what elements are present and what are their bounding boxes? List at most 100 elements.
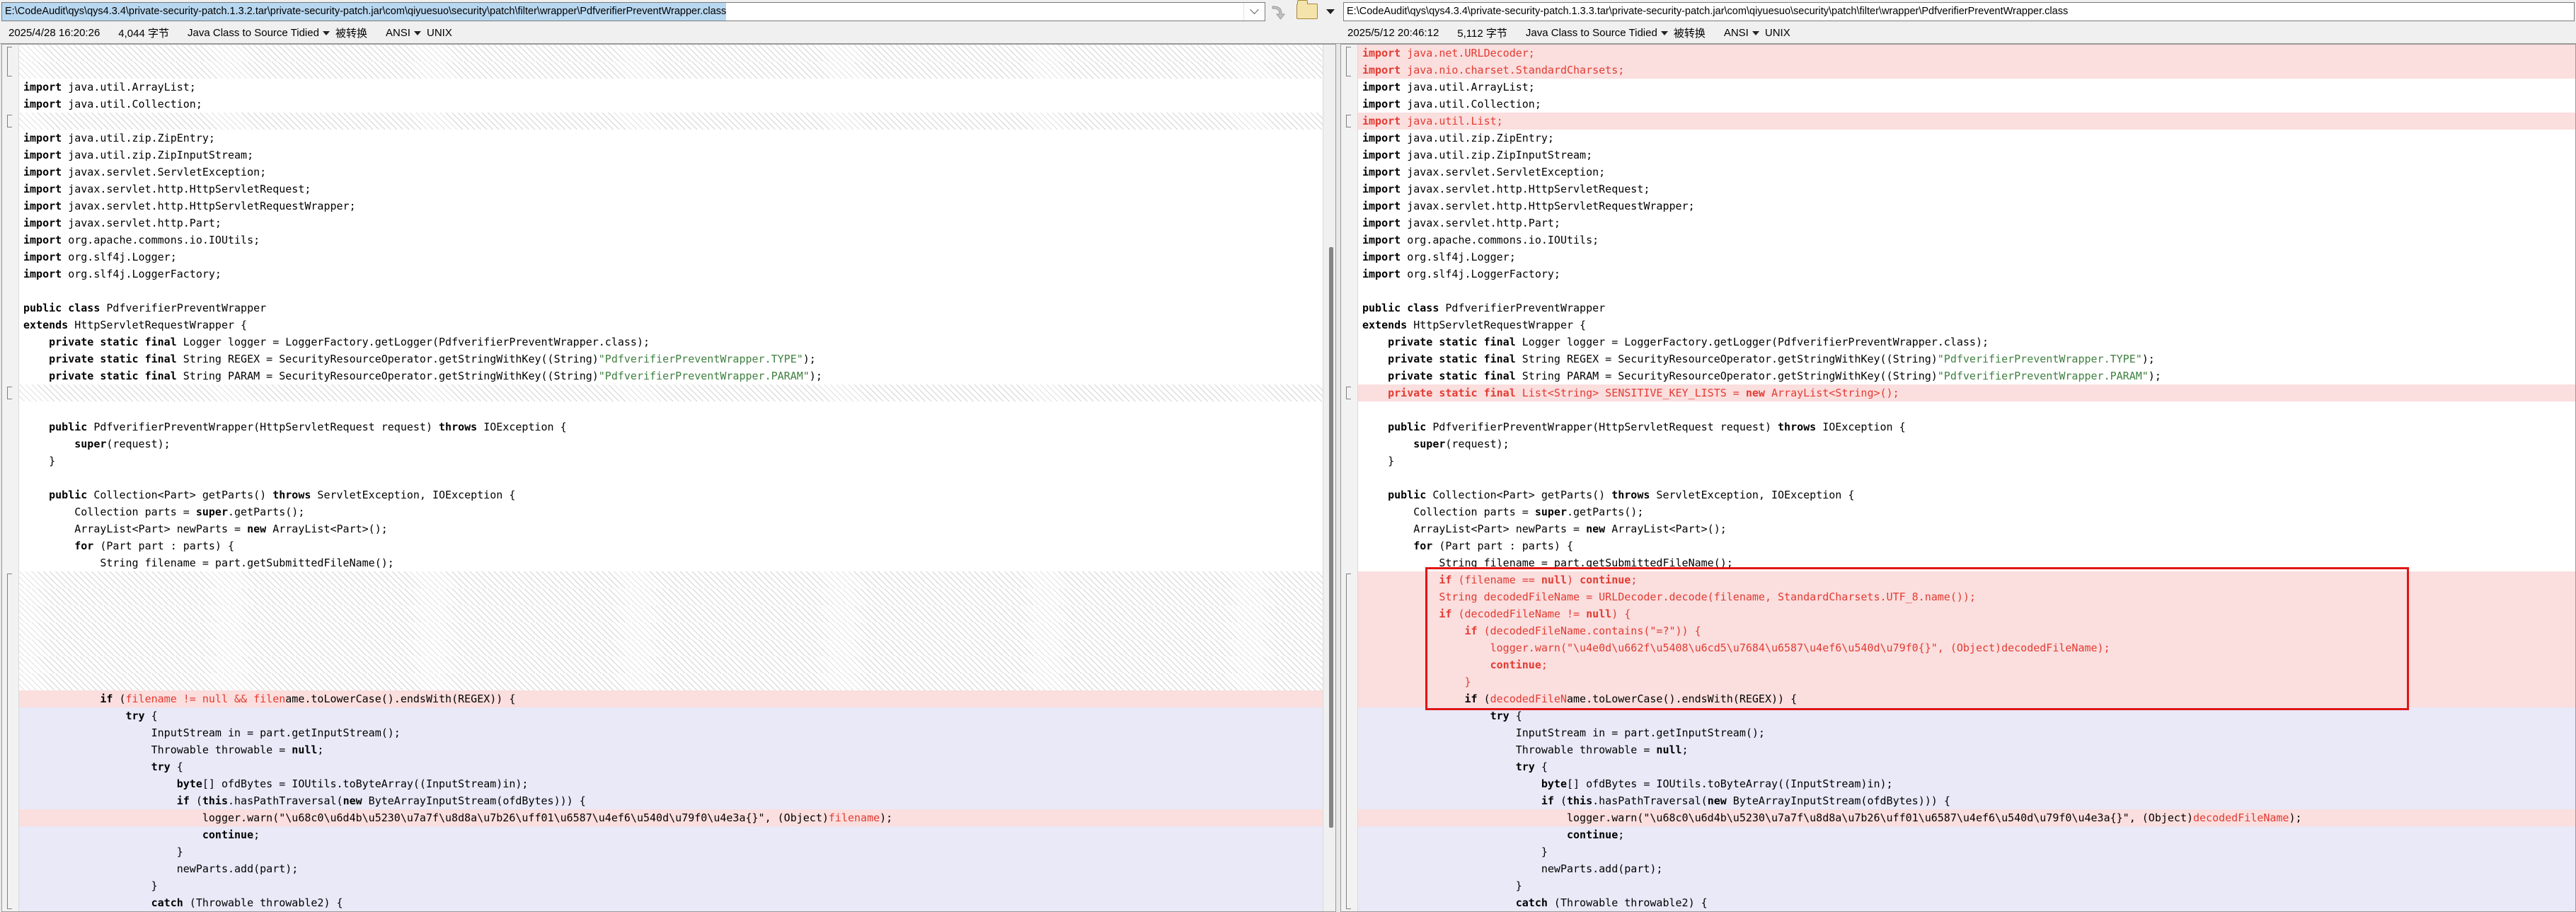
code-line xyxy=(1358,401,2575,418)
code-line xyxy=(19,384,1323,401)
code-line: import javax.servlet.http.Part; xyxy=(1358,215,2575,232)
code-line xyxy=(1358,469,2575,486)
code-line: Throwable throwable = null; xyxy=(1358,741,2575,758)
right-gutter xyxy=(1341,45,1358,911)
left-path-text: E:\CodeAudit\qys\qys4.3.4\private-securi… xyxy=(2,3,726,21)
code-line xyxy=(19,401,1323,418)
code-line: byte[] ofdBytes = IOUtils.toByteArray((I… xyxy=(1358,775,2575,792)
left-code-area[interactable]: import java.util.ArrayList;import java.u… xyxy=(19,45,1323,911)
file-metadata-bar: 2025/4/28 16:20:26 4,044 字节 Java Class t… xyxy=(0,23,2576,44)
copy-to-right-button[interactable] xyxy=(1270,2,1288,21)
code-line: Collection parts = super.getParts(); xyxy=(1358,503,2575,520)
code-line: import javax.servlet.http.Part; xyxy=(19,215,1323,232)
code-line xyxy=(19,588,1323,605)
code-line: public PdfverifierPreventWrapper(HttpSer… xyxy=(1358,418,2575,435)
code-line: logger.warn("\u68c0\u6d4b\u5230\u7a7f\u8… xyxy=(19,809,1323,826)
code-line: try { xyxy=(19,707,1323,724)
code-line: Throwable throwable = null; xyxy=(19,741,1323,758)
code-line: } xyxy=(1358,452,2575,469)
left-gutter xyxy=(2,45,19,911)
left-converted-label: 被转换 xyxy=(335,25,367,40)
code-line: catch (Throwable throwable2) { xyxy=(1358,894,2575,911)
code-line: import java.util.zip.ZipInputStream; xyxy=(1358,147,2575,164)
code-line xyxy=(19,605,1323,622)
curved-arrow-icon xyxy=(1270,2,1288,21)
code-line: ArrayList<Part> newParts = new ArrayList… xyxy=(19,520,1323,537)
folder-icon[interactable] xyxy=(1296,4,1318,19)
dropdown-arrow-icon xyxy=(1752,31,1759,35)
left-file-metadata: 2025/4/28 16:20:26 4,044 字节 Java Class t… xyxy=(0,23,1338,43)
code-line: import java.net.URLDecoder; xyxy=(1358,45,2575,62)
chevron-down-icon xyxy=(1250,5,1259,14)
code-line xyxy=(19,283,1323,300)
code-line: Collection parts = super.getParts(); xyxy=(19,503,1323,520)
left-file-size: 4,044 字节 xyxy=(118,25,169,40)
code-line: super(request); xyxy=(1358,435,2575,452)
code-line: byte[] ofdBytes = IOUtils.toByteArray((I… xyxy=(19,775,1323,792)
right-converted-label: 被转换 xyxy=(1674,25,1706,40)
code-line xyxy=(19,469,1323,486)
right-path-text: E:\CodeAudit\qys\qys4.3.4\private-securi… xyxy=(1344,3,2068,21)
code-line: import javax.servlet.ServletException; xyxy=(1358,164,2575,181)
code-line: String decodedFileName = URLDecoder.deco… xyxy=(1358,588,2575,605)
code-line: private static final Logger logger = Log… xyxy=(19,334,1323,350)
right-code-area[interactable]: import java.net.URLDecoder;import java.n… xyxy=(1358,45,2575,911)
code-line: if (this.hasPathTraversal(new ByteArrayI… xyxy=(19,792,1323,809)
code-line: private static final Logger logger = Log… xyxy=(1358,334,2575,350)
code-line xyxy=(1358,283,2575,300)
code-line: continue; xyxy=(1358,826,2575,843)
right-format-label: Java Class to Source Tidied xyxy=(1526,27,1657,39)
path-toolbar: E:\CodeAudit\qys\qys4.3.4\private-securi… xyxy=(0,0,2576,23)
code-line: import javax.servlet.http.HttpServletReq… xyxy=(19,198,1323,215)
diff-section-bracket xyxy=(1346,115,1351,127)
code-line xyxy=(19,45,1323,62)
diff-section-bracket xyxy=(1346,47,1351,76)
code-line: import java.nio.charset.StandardCharsets… xyxy=(1358,62,2575,79)
left-encoding-dropdown[interactable]: ANSI UNIX xyxy=(386,27,452,39)
left-format-dropdown[interactable]: Java Class to Source Tidied 被转换 xyxy=(188,25,367,40)
code-line: } xyxy=(1358,843,2575,860)
left-vertical-scrollbar[interactable] xyxy=(1323,45,1335,911)
code-line: import java.util.zip.ZipInputStream; xyxy=(19,147,1323,164)
code-line: import java.util.ArrayList; xyxy=(19,79,1323,96)
left-line-ending-label: UNIX xyxy=(427,27,452,39)
left-path-dropdown-button[interactable] xyxy=(1243,3,1265,21)
code-line: private static final String REGEX = Secu… xyxy=(19,350,1323,367)
left-format-label: Java Class to Source Tidied xyxy=(188,27,319,39)
dropdown-arrow-icon xyxy=(323,31,330,35)
code-line: import javax.servlet.http.HttpServletReq… xyxy=(1358,198,2575,215)
diff-panes: import java.util.ArrayList;import java.u… xyxy=(0,44,2576,912)
code-line: import java.util.zip.ZipEntry; xyxy=(1358,130,2575,147)
code-line: private static final List<String> SENSIT… xyxy=(1358,384,2575,401)
scrollbar-thumb[interactable] xyxy=(1329,247,1333,828)
right-path-combo[interactable]: E:\CodeAudit\qys\qys4.3.4\private-securi… xyxy=(1343,2,2575,21)
code-line: public Collection<Part> getParts() throw… xyxy=(1358,486,2575,503)
code-line: continue; xyxy=(19,826,1323,843)
code-line: import javax.servlet.ServletException; xyxy=(19,164,1323,181)
code-line: import org.apache.commons.io.IOUtils; xyxy=(19,232,1323,249)
code-line: } xyxy=(19,877,1323,894)
code-line: import javax.servlet.http.HttpServletReq… xyxy=(19,181,1323,198)
code-line: continue; xyxy=(1358,656,2575,673)
code-line: import java.util.Collection; xyxy=(19,96,1323,113)
code-line: private static final String REGEX = Secu… xyxy=(1358,350,2575,367)
diff-section-bracket xyxy=(7,47,12,76)
code-line: public PdfverifierPreventWrapper(HttpSer… xyxy=(19,418,1323,435)
code-line: if (filename != null && filename.toLower… xyxy=(19,690,1323,707)
code-line: } xyxy=(1358,673,2575,690)
code-line: ArrayList<Part> newParts = new ArrayList… xyxy=(1358,520,2575,537)
code-line: if (decodedFileName.contains("=?")) { xyxy=(1358,622,2575,639)
code-line xyxy=(19,62,1323,79)
code-line: private static final String PARAM = Secu… xyxy=(19,367,1323,384)
code-line: import org.apache.commons.io.IOUtils; xyxy=(1358,232,2575,249)
right-line-ending-label: UNIX xyxy=(1765,27,1790,39)
left-path-combo[interactable]: E:\CodeAudit\qys\qys4.3.4\private-securi… xyxy=(1,2,1265,21)
code-line: logger.warn("\u4e0d\u662f\u5408\u6cd5\u7… xyxy=(1358,639,2575,656)
code-line: import java.util.List; xyxy=(1358,113,2575,130)
code-line: import org.slf4j.Logger; xyxy=(1358,249,2575,266)
right-encoding-dropdown[interactable]: ANSI UNIX xyxy=(1724,27,1790,39)
folder-dropdown-icon[interactable] xyxy=(1326,9,1335,14)
dropdown-arrow-icon xyxy=(1661,31,1668,35)
diff-section-bracket xyxy=(7,115,12,127)
right-format-dropdown[interactable]: Java Class to Source Tidied 被转换 xyxy=(1526,25,1706,40)
